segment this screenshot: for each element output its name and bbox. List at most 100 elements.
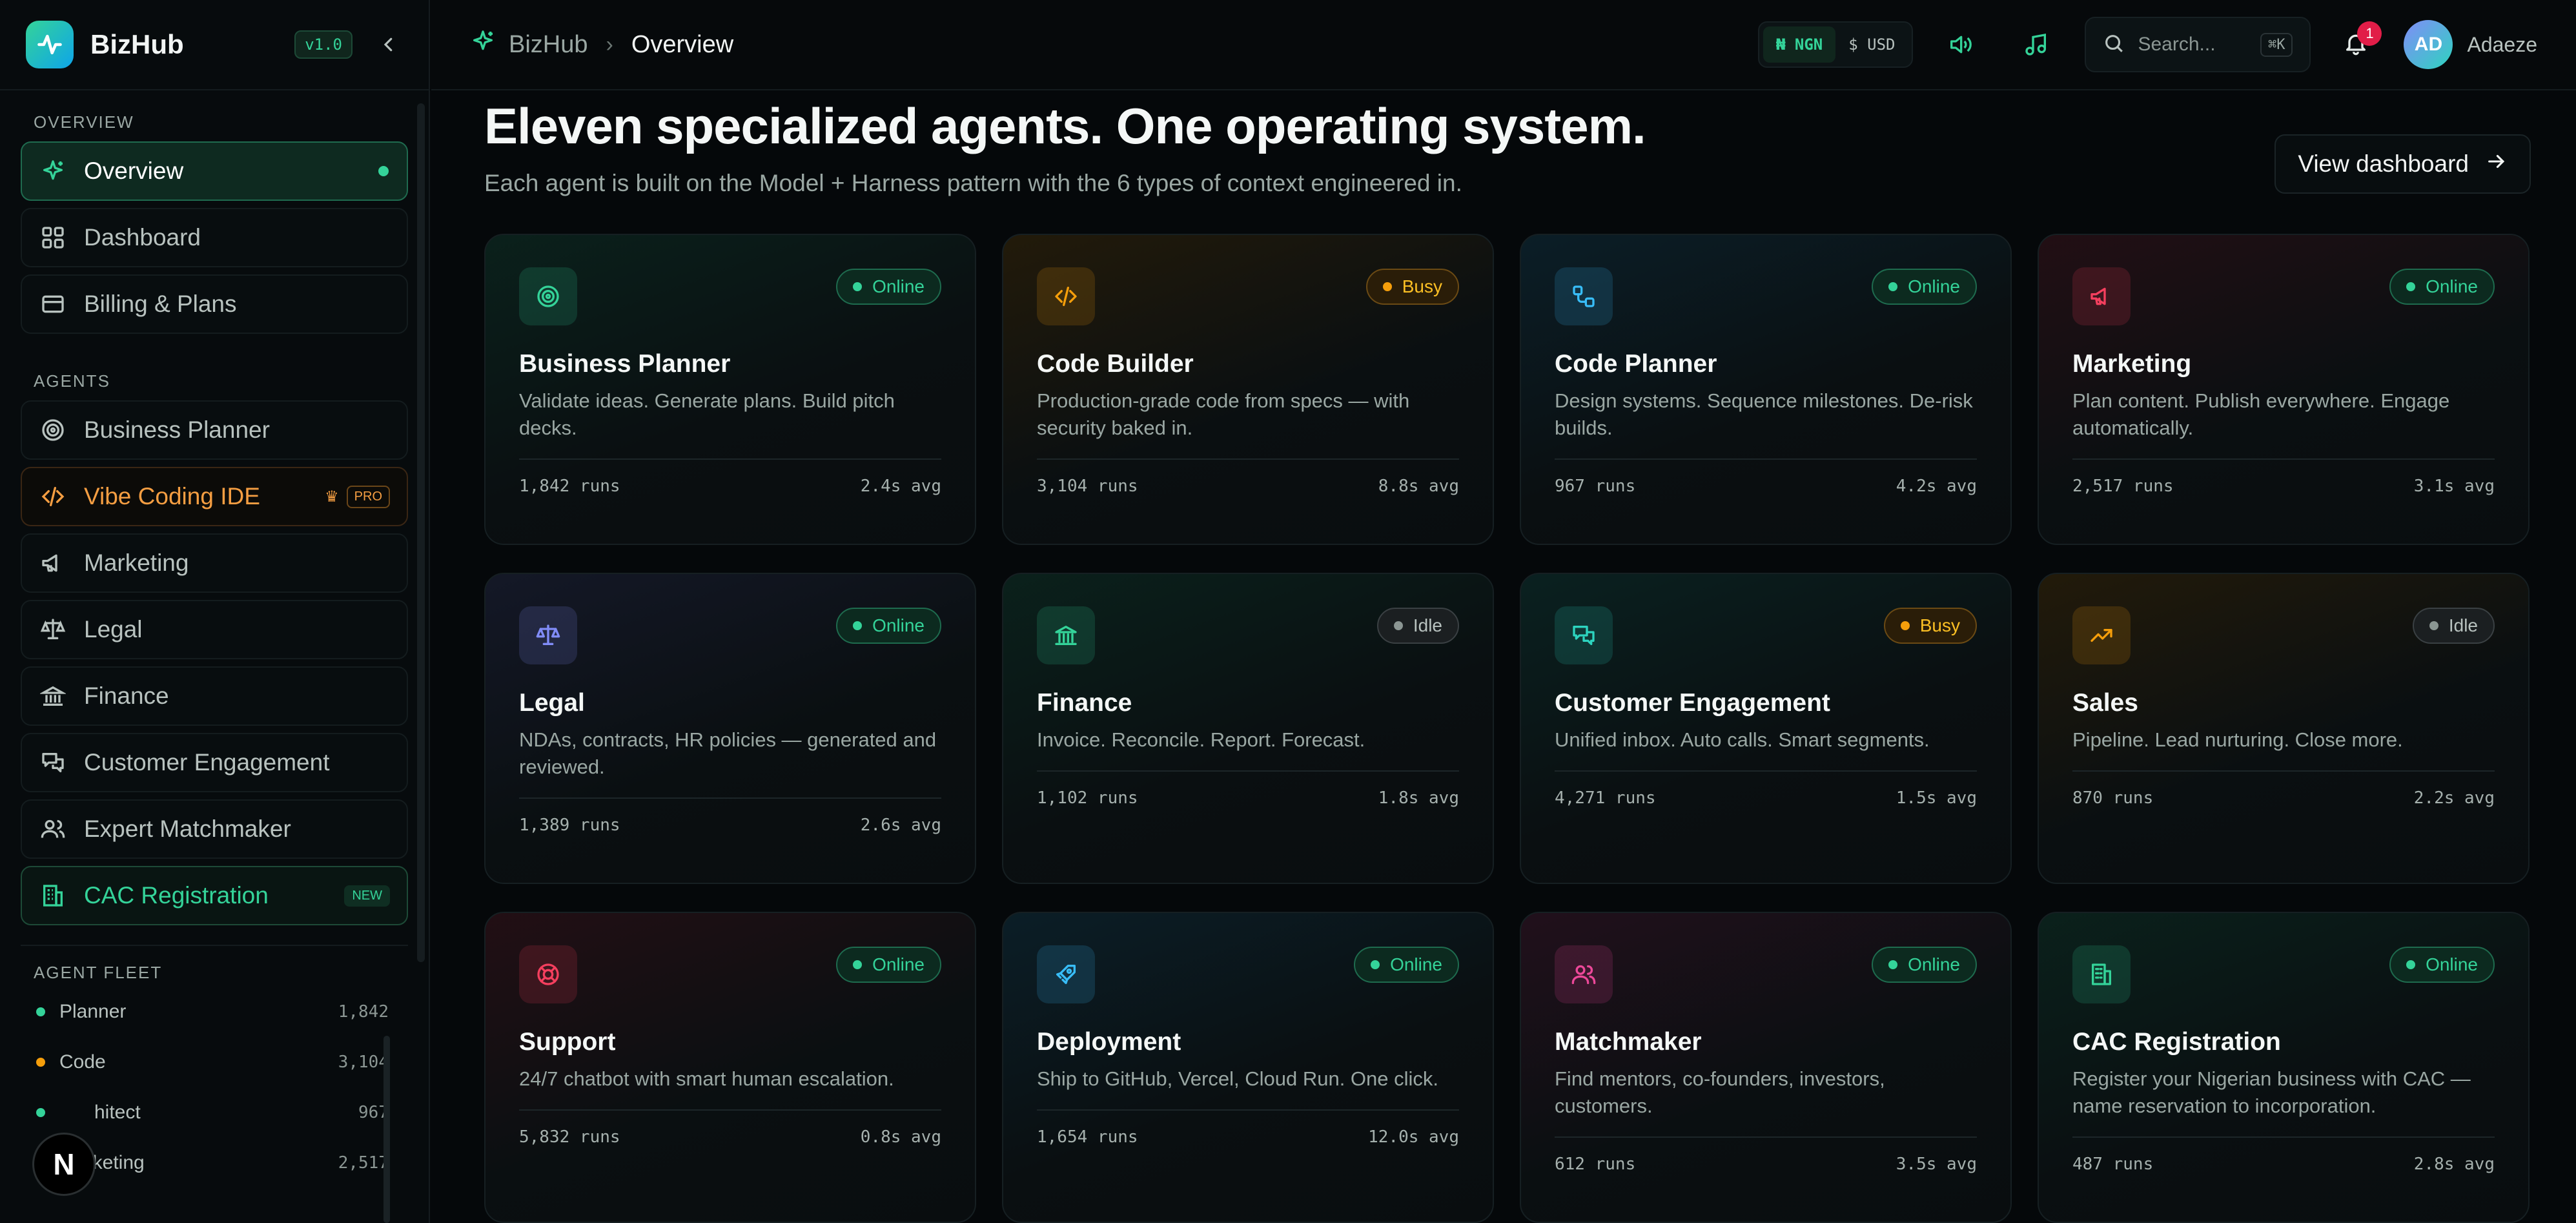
notifications-button[interactable]: 1	[2330, 19, 2382, 70]
breadcrumb-home[interactable]: BizHub	[509, 31, 588, 59]
sidebar-item-label: Expert Matchmaker	[84, 816, 291, 842]
sidebar-item-label: Dashboard	[84, 224, 201, 251]
status-dot	[1382, 282, 1392, 291]
agent-card-support[interactable]: Online Support 24/7 chatbot with smart h…	[484, 912, 976, 1223]
agent-card-sales[interactable]: Idle Sales Pipeline. Lead nurturing. Clo…	[2038, 573, 2530, 884]
sidebar-item-marketing[interactable]: Marketing	[21, 533, 408, 593]
agent-title: Finance	[1037, 689, 1132, 717]
sidebar-item-billing[interactable]: Billing & Plans	[21, 274, 408, 334]
agent-avg-time: 2.6s avg	[860, 816, 941, 835]
fleet-row[interactable]: Planner 1,842	[36, 987, 389, 1037]
speaker-icon[interactable]	[1931, 15, 1989, 74]
arrow-right-icon	[2486, 150, 2508, 178]
agent-description: Register your Nigerian business with CAC…	[2072, 1067, 2471, 1117]
sidebar: BizHub v1.0 OVERVIEW Overview Dashboard …	[0, 0, 430, 1223]
view-dashboard-label: View dashboard	[2298, 150, 2469, 177]
sidebar-item-dashboard[interactable]: Dashboard	[21, 208, 408, 267]
card-icon	[39, 290, 67, 318]
status-label: Busy	[1919, 615, 1960, 635]
logo-pulse-icon[interactable]	[26, 21, 74, 68]
agent-avg-time: 4.2s avg	[1896, 477, 1977, 496]
grid-icon	[39, 223, 67, 252]
status-badge: Busy	[1883, 608, 1977, 644]
agent-description: Production-grade code from specs — with …	[1037, 389, 1410, 439]
page-title: Eleven specialized agents. One operating…	[484, 98, 1646, 154]
status-dot	[1393, 621, 1403, 630]
status-label: Online	[872, 954, 925, 974]
page-subtitle: Each agent is built on the Model + Harne…	[484, 170, 1462, 196]
fleet-row[interactable]: hitect 967	[36, 1087, 389, 1138]
agent-card-marketing[interactable]: Online Marketing Plan content. Publish e…	[2038, 234, 2530, 545]
sidebar-item-legal[interactable]: Legal	[21, 600, 408, 659]
status-dot	[1371, 960, 1380, 969]
sidebar-item-overview[interactable]: Overview	[21, 141, 408, 201]
sidebar-item-customer-engagement[interactable]: Customer Engagement	[21, 733, 408, 792]
agent-title: Matchmaker	[1555, 1028, 1702, 1056]
fleet-scrollbar[interactable]	[383, 1036, 390, 1223]
agent-avg-time: 2.8s avg	[2413, 1155, 2495, 1174]
agent-card-code-planner[interactable]: Online Code Planner Design systems. Sequ…	[1520, 234, 2012, 545]
agent-runs: 1,842 runs	[519, 477, 620, 496]
agent-card-legal[interactable]: Online Legal NDAs, contracts, HR policie…	[484, 573, 976, 884]
agent-title: Deployment	[1037, 1028, 1181, 1056]
agent-avg-time: 2.4s avg	[860, 477, 941, 496]
agent-card-deployment[interactable]: Online Deployment Ship to GitHub, Vercel…	[1002, 912, 1494, 1223]
agent-description: NDAs, contracts, HR policies — generated…	[519, 728, 937, 778]
topbar-actions: ₦ NGN $ USD Search... ⌘K 1 AD Adaeze	[1757, 15, 2537, 74]
status-dot	[1888, 282, 1898, 291]
status-label: Online	[872, 276, 925, 296]
status-label: Busy	[1402, 276, 1442, 296]
search-input[interactable]: Search... ⌘K	[2085, 17, 2311, 72]
search-icon	[2103, 32, 2125, 57]
agent-card-finance[interactable]: Idle Finance Invoice. Reconcile. Report.…	[1002, 573, 1494, 884]
status-badge: Online	[1872, 947, 1977, 983]
target-icon	[519, 267, 577, 325]
fleet-count: 1,842	[338, 1002, 389, 1022]
status-badge: Busy	[1365, 269, 1459, 305]
fleet-status-dot	[36, 1058, 45, 1067]
user-name[interactable]: Adaeze	[2467, 33, 2537, 57]
sidebar-item-business-planner[interactable]: Business Planner	[21, 400, 408, 460]
sidebar-item-cac-registration[interactable]: CAC Registration NEW	[21, 866, 408, 925]
section-agents-label: AGENTS	[34, 371, 110, 391]
topbar: BizHub › Overview ₦ NGN $ USD Search... …	[431, 0, 2576, 90]
sidebar-scrollbar[interactable]	[417, 103, 425, 962]
status-dot	[853, 282, 863, 291]
agent-stats: 3,104 runs 8.8s avg	[1037, 458, 1459, 496]
currency-usd-button[interactable]: $ USD	[1835, 26, 1908, 63]
breadcrumb: BizHub › Overview	[470, 28, 733, 61]
fleet-name: Planner	[59, 1001, 127, 1022]
agent-card-customer-engagement[interactable]: Busy Customer Engagement Unified inbox. …	[1520, 573, 2012, 884]
brand-name: BizHub	[90, 29, 184, 59]
agent-card-business-planner[interactable]: Online Business Planner Validate ideas. …	[484, 234, 976, 545]
target-icon	[39, 416, 67, 444]
agent-description: Ship to GitHub, Vercel, Cloud Run. One c…	[1037, 1067, 1439, 1090]
agent-runs: 1,654 runs	[1037, 1127, 1138, 1147]
agent-avg-time: 12.0s avg	[1368, 1127, 1459, 1147]
currency-ngn-button[interactable]: ₦ NGN	[1763, 26, 1836, 63]
status-label: Online	[1908, 954, 1960, 974]
n-logo-button[interactable]: N	[32, 1133, 96, 1196]
sidebar-item-finance[interactable]: Finance	[21, 666, 408, 726]
agent-title: Sales	[2072, 689, 2138, 717]
main-content: Eleven specialized agents. One operating…	[484, 90, 2531, 1223]
agent-stats: 5,832 runs 0.8s avg	[519, 1109, 941, 1147]
agent-stats: 2,517 runs 3.1s avg	[2072, 458, 2495, 496]
agent-stats: 4,271 runs 1.5s avg	[1555, 770, 1977, 808]
view-dashboard-button[interactable]: View dashboard	[2274, 134, 2531, 194]
status-badge: Idle	[1376, 608, 1459, 644]
agent-card-cac-registration[interactable]: Online CAC Registration Register your Ni…	[2038, 912, 2530, 1223]
agent-title: Code Builder	[1037, 350, 1194, 378]
avatar[interactable]: AD	[2404, 20, 2453, 69]
fleet-row[interactable]: Code 3,104	[36, 1037, 389, 1087]
collapse-chevron-left-icon[interactable]	[374, 30, 403, 59]
sidebar-item-expert-matchmaker[interactable]: Expert Matchmaker	[21, 799, 408, 859]
agent-card-matchmaker[interactable]: Online Matchmaker Find mentors, co-found…	[1520, 912, 2012, 1223]
rocket-icon	[1037, 945, 1095, 1003]
music-note-icon[interactable]	[2007, 15, 2065, 74]
sidebar-item-vibe-coding-ide[interactable]: Vibe Coding IDE ♛ PRO	[21, 467, 408, 526]
agent-card-code-builder[interactable]: Busy Code Builder Production-grade code …	[1002, 234, 1494, 545]
status-label: Idle	[1413, 615, 1442, 635]
status-label: Online	[872, 615, 925, 635]
agent-runs: 870 runs	[2072, 788, 2154, 808]
